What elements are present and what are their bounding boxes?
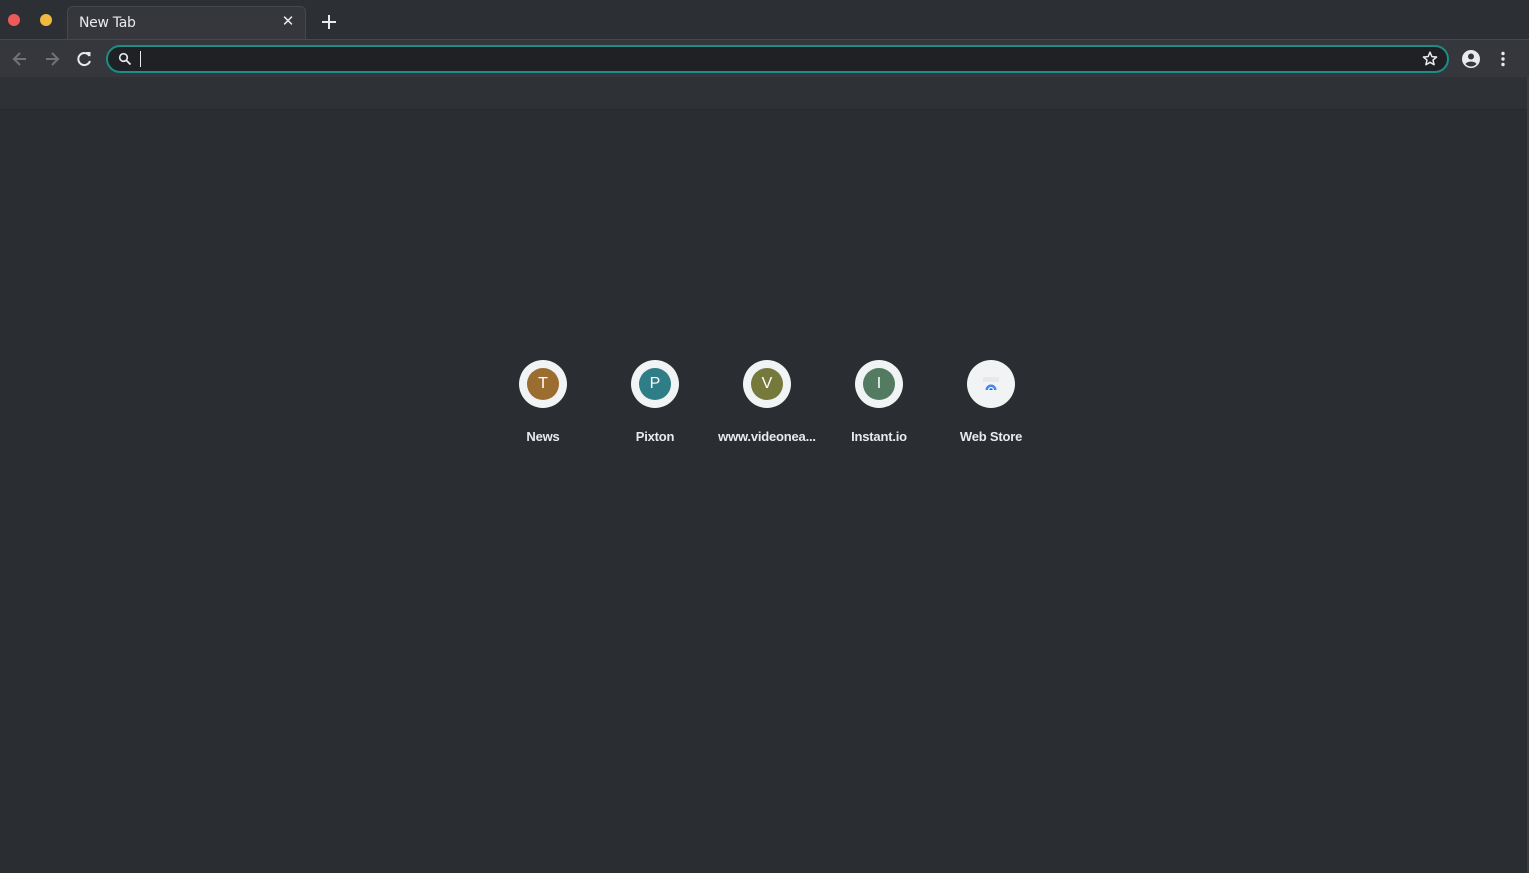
tab-new-tab[interactable]: New Tab ✕	[67, 6, 306, 40]
profile-button[interactable]	[1460, 48, 1482, 70]
reload-button[interactable]	[73, 48, 95, 70]
shortcut-label: www.videoneа...	[718, 429, 816, 444]
tab-title: New Tab	[79, 15, 136, 31]
text-caret	[140, 51, 141, 67]
new-tab-button[interactable]	[318, 11, 340, 33]
shortcut-tile-videoneat[interactable]: V www.videoneа...	[711, 352, 823, 462]
back-button[interactable]	[9, 48, 31, 70]
forward-button[interactable]	[41, 48, 63, 70]
shortcut-icon-container: V	[743, 360, 791, 408]
reload-icon	[77, 52, 91, 67]
shortcut-label: News	[526, 429, 560, 444]
shortcut-tile-pixton[interactable]: P Pixton	[599, 352, 711, 462]
shortcut-icon-container: T	[519, 360, 567, 408]
web-store-icon	[983, 377, 999, 391]
arrow-right-icon	[46, 52, 60, 66]
shortcut-icon-container: I	[855, 360, 903, 408]
shortcut-label: Web Store	[959, 429, 1023, 444]
letter-icon: V	[751, 368, 783, 400]
shortcut-icon-container: P	[631, 360, 679, 408]
plus-icon	[322, 15, 336, 29]
toolbar	[0, 39, 1529, 77]
star-icon[interactable]	[1421, 50, 1439, 68]
shortcut-tile-web-store[interactable]: Web Store	[935, 352, 1047, 462]
letter-icon: T	[527, 368, 559, 400]
shortcut-tile-news[interactable]: T News	[487, 352, 599, 462]
search-icon	[118, 52, 132, 66]
tab-close-icon[interactable]: ✕	[279, 13, 297, 31]
shortcut-icon-container	[967, 360, 1015, 408]
arrow-left-icon	[12, 52, 26, 66]
window-close-button[interactable]	[8, 14, 20, 26]
menu-button[interactable]	[1492, 48, 1514, 70]
omnibox-input[interactable]	[140, 49, 1410, 69]
bookmarks-bar	[0, 77, 1529, 110]
account-circle-icon	[1462, 50, 1480, 68]
letter-icon: I	[863, 368, 895, 400]
browser-window: New Tab ✕ T News P Pixton V www.videoneа…	[0, 0, 1529, 873]
shortcut-tile-instant-io[interactable]: I Instant.io	[823, 352, 935, 462]
more-vert-icon	[1501, 51, 1505, 67]
letter-icon: P	[639, 368, 671, 400]
window-minimize-button[interactable]	[40, 14, 52, 26]
shortcut-label: Instant.io	[851, 429, 907, 444]
shortcut-label: Pixton	[635, 429, 675, 444]
tab-strip: New Tab ✕	[0, 0, 1529, 40]
most-visited-shortcuts: T News P Pixton V www.videoneа... I Inst…	[487, 352, 1047, 462]
omnibox[interactable]	[106, 45, 1449, 73]
